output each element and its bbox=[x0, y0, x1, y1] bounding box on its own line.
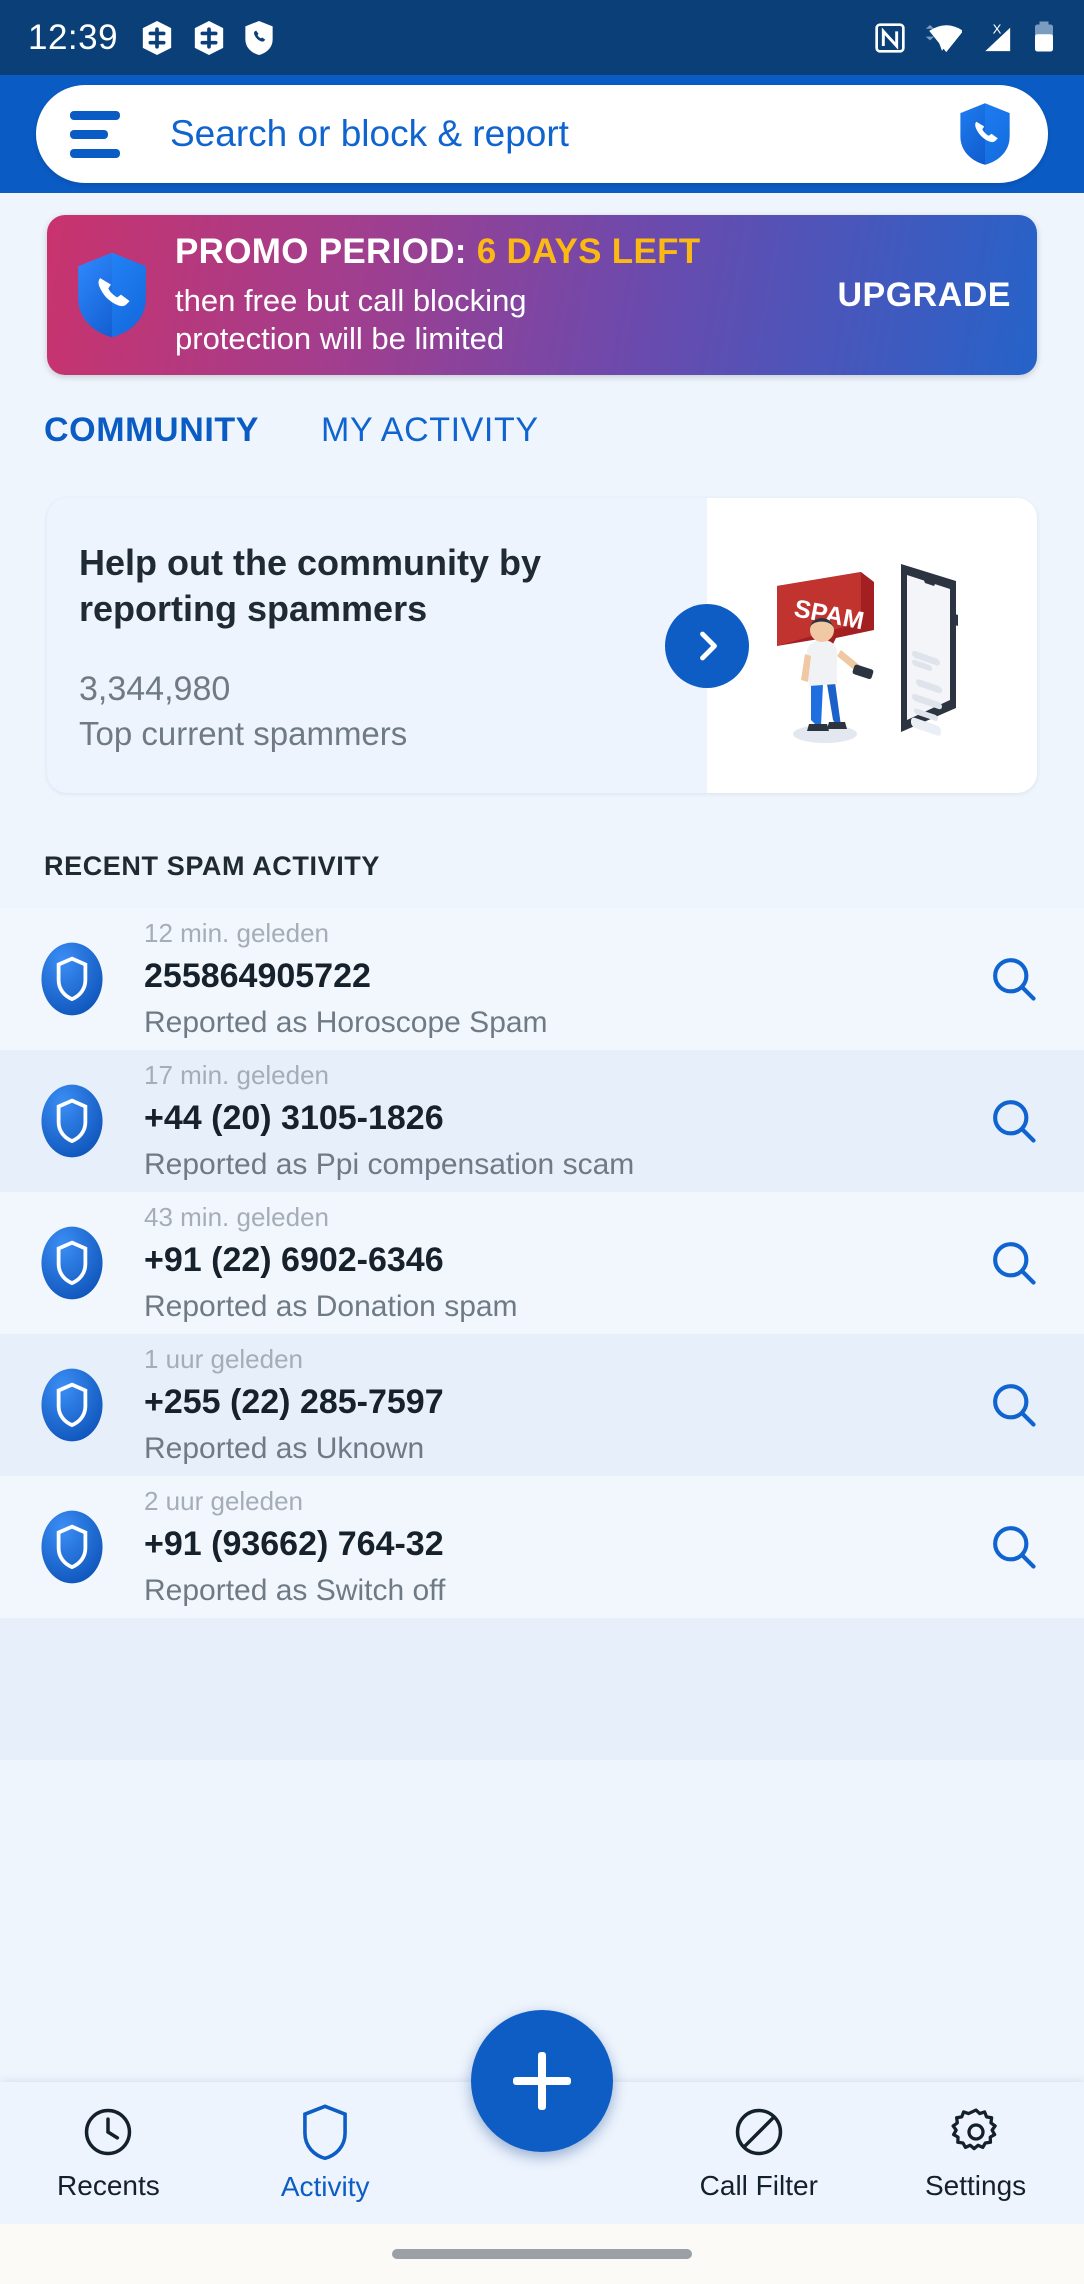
search-bar[interactable]: Search or block & report bbox=[36, 85, 1048, 183]
community-card[interactable]: Help out the community by reporting spam… bbox=[47, 498, 1037, 793]
shield-icon bbox=[41, 1226, 103, 1300]
row-text: 1 uur geleden +255 (22) 285-7597 Reporte… bbox=[144, 1344, 988, 1466]
svg-text:X: X bbox=[993, 21, 1002, 36]
nav-item-recents[interactable]: Recents bbox=[0, 2104, 217, 2202]
promo-subtext-line1: then free but call blocking bbox=[175, 283, 527, 319]
community-card-title: Help out the community by reporting spam… bbox=[79, 540, 707, 632]
row-report-reason: Reported as Horoscope Spam bbox=[144, 1006, 548, 1039]
table-row[interactable]: 1 uur geleden +255 (22) 285-7597 Reporte… bbox=[0, 1334, 1084, 1476]
row-report-reason: Reported as Donation spam bbox=[144, 1290, 518, 1323]
nav-item-activity[interactable]: Activity bbox=[217, 2103, 434, 2203]
row-phone-number: 255864905722 bbox=[144, 957, 371, 995]
community-card-title-line2: reporting spammers bbox=[79, 588, 428, 630]
recent-spam-activity-list: 12 min. geleden 255864905722 Reported as… bbox=[0, 908, 1084, 1760]
nav-label-call-filter: Call Filter bbox=[699, 2170, 818, 2201]
hamburger-menu-icon[interactable] bbox=[70, 110, 120, 158]
promo-label: PROMO PERIOD: bbox=[175, 232, 467, 272]
search-icon[interactable] bbox=[988, 1521, 1040, 1573]
promo-headline: PROMO PERIOD: 6 DAYS LEFT bbox=[175, 232, 819, 272]
row-report-reason: Reported as Ppi compensation scam bbox=[144, 1148, 635, 1181]
gear-icon bbox=[951, 2108, 997, 2151]
status-bar-right-icons: X bbox=[874, 20, 1056, 56]
community-card-text: Help out the community by reporting spam… bbox=[47, 498, 707, 793]
table-row[interactable]: 2 uur geleden +91 (93662) 764-32 Reporte… bbox=[0, 1476, 1084, 1618]
status-bar-clock: 12:39 bbox=[28, 17, 119, 57]
community-spammer-count: 3,344,980 bbox=[79, 670, 231, 709]
row-timestamp: 1 uur geleden bbox=[144, 1344, 304, 1374]
add-report-fab[interactable] bbox=[471, 2010, 613, 2152]
promo-days-left: 6 DAYS LEFT bbox=[476, 232, 701, 272]
upgrade-button[interactable]: UPGRADE bbox=[819, 276, 1011, 315]
search-icon[interactable] bbox=[988, 953, 1040, 1005]
shield-icon bbox=[41, 1510, 103, 1584]
gesture-pill[interactable] bbox=[392, 2249, 692, 2259]
row-phone-number: +44 (20) 3105-1826 bbox=[144, 1099, 444, 1137]
status-bar: 12:39 X bbox=[0, 0, 1084, 75]
main-content: PROMO PERIOD: 6 DAYS LEFT then free but … bbox=[0, 193, 1084, 2284]
nav-item-settings[interactable]: Settings bbox=[867, 2104, 1084, 2202]
tab-my-activity[interactable]: MY ACTIVITY bbox=[321, 411, 539, 450]
community-card-caption: Top current spammers bbox=[79, 715, 408, 753]
promo-subtext: then free but call blocking protection w… bbox=[175, 282, 819, 358]
row-report-reason: Reported as Uknown bbox=[144, 1432, 425, 1465]
block-circle-icon bbox=[735, 2108, 782, 2156]
call-shield-logo-icon[interactable] bbox=[956, 102, 1014, 166]
no-sim-signal-icon: X bbox=[985, 21, 1011, 51]
search-icon[interactable] bbox=[988, 1379, 1040, 1431]
row-report-reason: Reported as Switch off bbox=[144, 1574, 446, 1607]
shield-icon bbox=[41, 942, 103, 1016]
search-input-placeholder[interactable]: Search or block & report bbox=[170, 113, 956, 155]
promo-shield-icon bbox=[78, 252, 146, 338]
nav-label-activity: Activity bbox=[280, 2171, 370, 2202]
search-icon[interactable] bbox=[988, 1095, 1040, 1147]
promo-subtext-line2: protection will be limited bbox=[175, 321, 505, 356]
wifi-icon bbox=[925, 24, 962, 52]
table-row[interactable]: 17 min. geleden +44 (20) 3105-1826 Repor… bbox=[0, 1050, 1084, 1192]
spam-report-illustration: SPAM bbox=[777, 564, 958, 743]
recent-spam-activity-heading: RECENT SPAM ACTIVITY bbox=[44, 851, 381, 881]
table-row[interactable]: 43 min. geleden +91 (22) 6902-6346 Repor… bbox=[0, 1192, 1084, 1334]
status-bar-left-icons bbox=[140, 19, 274, 57]
gesture-navigation-bar bbox=[0, 2224, 1084, 2284]
table-row[interactable]: 12 min. geleden 255864905722 Reported as… bbox=[0, 908, 1084, 1050]
row-timestamp: 2 uur geleden bbox=[144, 1486, 304, 1516]
row-text: 12 min. geleden 255864905722 Reported as… bbox=[144, 918, 988, 1040]
community-card-illustration-panel: SPAM bbox=[665, 498, 1037, 793]
call-shield-icon bbox=[245, 20, 273, 55]
clock-icon bbox=[85, 2108, 132, 2156]
row-phone-number: +91 (93662) 764-32 bbox=[144, 1525, 444, 1563]
promo-banner[interactable]: PROMO PERIOD: 6 DAYS LEFT then free but … bbox=[47, 215, 1037, 375]
search-icon[interactable] bbox=[988, 1237, 1040, 1289]
row-text: 2 uur geleden +91 (93662) 764-32 Reporte… bbox=[144, 1486, 988, 1608]
app-bar: Search or block & report bbox=[0, 75, 1084, 193]
tab-community[interactable]: COMMUNITY bbox=[44, 411, 259, 450]
row-phone-number: +91 (22) 6902-6346 bbox=[144, 1241, 444, 1279]
battery-saver-icon bbox=[142, 20, 172, 55]
community-card-title-line1: Help out the community by bbox=[79, 542, 542, 583]
nav-item-call-filter[interactable]: Call Filter bbox=[650, 2104, 867, 2202]
nfc-icon bbox=[875, 22, 905, 53]
battery-icon bbox=[1035, 21, 1053, 51]
promo-text-block: PROMO PERIOD: 6 DAYS LEFT then free but … bbox=[175, 232, 819, 358]
chevron-right-icon[interactable] bbox=[665, 603, 749, 688]
nav-label-settings: Settings bbox=[925, 2170, 1027, 2201]
row-text: 43 min. geleden +91 (22) 6902-6346 Repor… bbox=[144, 1202, 988, 1324]
shield-icon bbox=[41, 1084, 103, 1158]
row-timestamp: 17 min. geleden bbox=[144, 1060, 330, 1090]
battery-saver-icon bbox=[194, 20, 224, 55]
row-text: 17 min. geleden +44 (20) 3105-1826 Repor… bbox=[144, 1060, 988, 1182]
nav-label-recents: Recents bbox=[57, 2170, 160, 2201]
table-row[interactable] bbox=[0, 1618, 1084, 1760]
row-phone-number: +255 (22) 285-7597 bbox=[144, 1383, 444, 1421]
shield-icon bbox=[303, 2104, 348, 2161]
row-timestamp: 43 min. geleden bbox=[144, 1202, 330, 1232]
shield-icon bbox=[41, 1368, 103, 1442]
row-timestamp: 12 min. geleden bbox=[144, 918, 330, 948]
tab-bar: COMMUNITY MY ACTIVITY bbox=[0, 375, 1084, 450]
